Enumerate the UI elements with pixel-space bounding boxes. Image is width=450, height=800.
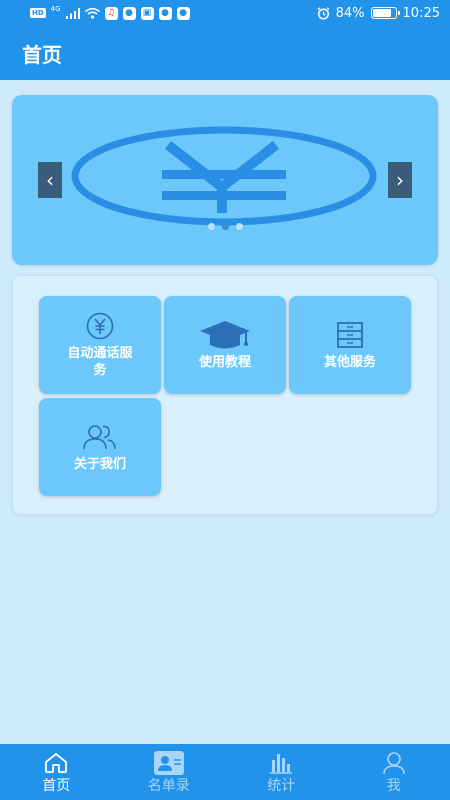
yen-emblem-logo (71, 126, 377, 226)
menu-tile-other-services[interactable]: 其他服务 (289, 296, 411, 394)
nav-label: 统计 (267, 777, 296, 794)
home-icon (44, 750, 68, 776)
carousel-dot[interactable] (207, 223, 215, 230)
bottom-nav: 首页 名单录 统计 我 (0, 744, 450, 800)
contact-card-icon (153, 750, 184, 776)
battery-percent: 84% (335, 5, 365, 21)
service-menu-panel: 自动通话服务 使用教程 其他服务 关于我们 (12, 275, 438, 515)
wifi-icon (84, 7, 100, 19)
status-left: HD 4G ♫ ● ▣ ● ● (30, 4, 190, 20)
carousel-dot[interactable] (221, 223, 229, 230)
battery-icon (370, 7, 400, 19)
alarm-icon (317, 6, 330, 20)
nav-item-me[interactable]: 我 (338, 744, 450, 800)
app-icon-2: ▣ (140, 6, 154, 20)
page-title: 首页 (22, 42, 62, 67)
users-icon (82, 422, 118, 452)
banner-next-button[interactable]: › (388, 162, 412, 198)
battery-fill (372, 9, 391, 17)
menu-tile-label: 自动通话服务 (67, 346, 133, 378)
bar-chart-icon (269, 750, 293, 776)
signal-icon (65, 7, 80, 19)
nav-item-roster[interactable]: 名单录 (113, 744, 226, 800)
nav-label: 名单录 (147, 777, 190, 794)
cabinet-icon (336, 320, 364, 350)
nav-item-home[interactable]: 首页 (0, 744, 113, 800)
banner-prev-button[interactable]: ‹ (38, 162, 62, 198)
nav-label: 我 (386, 777, 401, 794)
status-right: 84% 10:25 (317, 6, 440, 21)
clock: 10:25 (402, 5, 440, 21)
banner-carousel[interactable]: ‹ › (12, 95, 438, 265)
graduation-cap-icon (198, 320, 252, 350)
menu-tile-label: 使用教程 (198, 354, 251, 370)
hd-badge: HD (30, 8, 46, 18)
app-header: 首页 (0, 26, 450, 80)
menu-tile-label: 关于我们 (73, 456, 126, 472)
chevron-left-icon: ‹ (46, 168, 54, 192)
nav-label: 首页 (42, 777, 71, 794)
yen-circle-icon (85, 311, 115, 341)
menu-tile-auto-call[interactable]: 自动通话服务 (39, 296, 161, 394)
app-icon-1: ● (122, 6, 136, 20)
network-type: 4G (50, 4, 61, 13)
person-icon (382, 750, 406, 776)
nav-item-statistics[interactable]: 统计 (225, 744, 338, 800)
app-icon-3: ● (158, 6, 172, 20)
chevron-right-icon: › (396, 168, 404, 192)
app-icon-4: ● (176, 6, 190, 20)
menu-tile-label: 其他服务 (323, 354, 376, 370)
carousel-dot[interactable] (235, 223, 243, 230)
menu-tile-tutorial[interactable]: 使用教程 (164, 296, 286, 394)
music-app-icon: ♫ (104, 6, 118, 20)
carousel-indicators (12, 223, 438, 230)
status-bar: HD 4G ♫ ● ▣ ● ● 84% 10:25 (0, 0, 450, 26)
menu-tile-about-us[interactable]: 关于我们 (39, 398, 161, 496)
